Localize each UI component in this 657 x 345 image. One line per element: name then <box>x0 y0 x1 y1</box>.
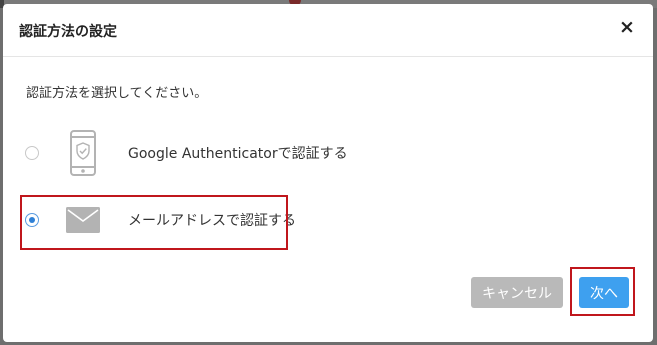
radio-email[interactable] <box>25 213 39 227</box>
close-button[interactable]: × <box>619 15 635 38</box>
auth-method-dialog: 認証方法の設定 × 認証方法を選択してください。 Google Authenti… <box>3 4 653 342</box>
option-label-email: メールアドレスで認証する <box>128 213 296 229</box>
cancel-button[interactable]: キャンセル <box>471 277 563 308</box>
dialog-header: 認証方法の設定 × <box>3 4 653 57</box>
option-email[interactable]: メールアドレスで認証する <box>25 200 296 240</box>
option-google-authenticator[interactable]: Google Authenticatorで認証する <box>25 127 348 179</box>
radio-google-authenticator[interactable] <box>25 146 39 160</box>
close-icon: × <box>619 15 635 38</box>
option-label-google-authenticator: Google Authenticatorで認証する <box>128 146 348 162</box>
dialog-title: 認証方法の設定 <box>19 24 117 40</box>
envelope-icon <box>60 207 106 233</box>
instruction-text: 認証方法を選択してください。 <box>26 86 208 101</box>
smartphone-shield-icon <box>60 130 106 176</box>
next-button[interactable]: 次へ <box>579 277 629 308</box>
